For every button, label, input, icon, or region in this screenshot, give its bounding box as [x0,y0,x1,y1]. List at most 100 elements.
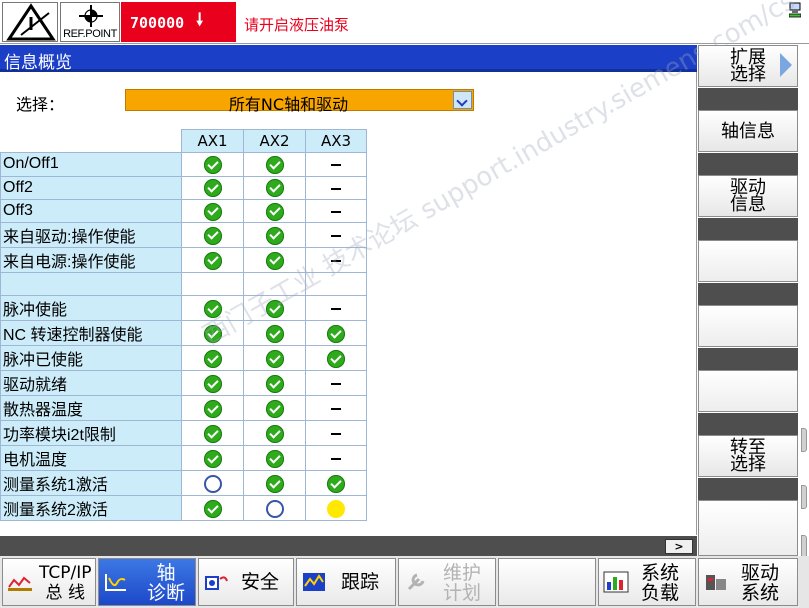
status-cell [181,345,244,372]
alarm-number-box[interactable]: 700000 🠗 [121,2,236,42]
status-cell [305,395,367,422]
softkey-drive-system[interactable]: 驱动 系统 [698,558,798,606]
trace-icon [303,573,325,591]
system-load-icon [603,571,629,593]
green-check-icon [203,350,222,369]
softkey-empty-4[interactable] [698,240,798,282]
status-cell [305,222,367,249]
softkey-empty-8[interactable] [698,500,798,556]
alarm-number: 700000 [130,14,185,32]
softkey-label: 跟踪 [341,571,380,593]
arrow-down-icon: 🠗 [196,10,204,30]
chevron-down-icon[interactable] [453,91,472,109]
status-cell [181,395,244,422]
status-cell [181,495,244,522]
alarm-message: 请开启液压油泵 [244,16,350,34]
row-label: 脉冲已使能 [0,345,182,372]
table-row: 测量系统2激活 [0,495,367,522]
row-label: 驱动就绪 [0,370,182,397]
status-bar: REF.POINT 700000 🠗 请开启液压油泵 [0,0,809,44]
softkey-system-load[interactable]: 系统 负载 [598,558,696,606]
row-label: 脉冲使能 [0,295,182,322]
softkey-empty[interactable] [498,558,596,606]
row-label: 测量系统2激活 [0,495,182,522]
status-cell [181,445,244,472]
softkey-drive-info[interactable]: 驱动 信息 [698,175,798,217]
table-row: Off3 [0,198,367,224]
dash-icon [331,408,341,411]
softkey-tcpip-bus[interactable]: TCP/IP 总 线 [2,558,96,606]
status-cell [305,470,367,497]
refpoint-label: REF.POINT [63,28,117,40]
softkey-separator [698,413,798,435]
status-cell [181,370,244,397]
green-check-icon [265,226,284,245]
softkey-maintenance-plan[interactable]: 维护 计划 [398,558,496,606]
status-cell [305,175,367,200]
yellow-dot-icon [327,500,345,519]
softkey-empty-6[interactable] [698,370,798,412]
status-cell [181,152,244,177]
softkey-axis-info[interactable]: 轴信息 [698,110,798,152]
status-cell [181,470,244,497]
table-row: 来自电源:操作使能 [0,247,367,274]
green-check-icon [203,179,222,198]
status-cell [243,295,306,322]
green-check-icon [203,156,222,175]
softkey-label: 系统 负载 [641,562,680,604]
dash-icon [331,235,341,238]
green-check-icon [203,450,222,469]
softkey-separator [698,88,798,110]
softkey-axis-diagnosis[interactable]: 轴诊断 [98,558,196,606]
axis-selection-dropdown[interactable]: 所有NC轴和驱动 [125,89,474,114]
dash-icon [331,308,341,311]
softkey-extended-selection[interactable]: 扩展 选择 [698,45,798,87]
table-corner [0,128,182,154]
dash-icon [331,187,341,190]
table-row: 测量系统1激活 [0,470,367,497]
status-cell [243,495,306,522]
network-icon [789,2,801,18]
status-cell [181,175,244,200]
status-cell [243,272,306,297]
softkey-trace[interactable]: 跟踪 [296,558,396,606]
status-cell [243,198,306,224]
dash-icon [331,383,341,386]
table-row [0,272,367,297]
softkey-label: 维护 计划 [443,562,482,604]
row-label [0,272,182,297]
row-label: 来自驱动:操作使能 [0,222,182,249]
softkey-empty-5[interactable] [698,305,798,347]
softkey-label: 轴诊断 [147,562,186,604]
softkey-label: 转至 选择 [730,437,766,475]
row-label: 电机温度 [0,445,182,472]
table-row: 脉冲已使能 [0,345,367,372]
status-cell [305,247,367,274]
horizontal-scrollbar[interactable]: > [0,536,697,556]
edge-tab [801,485,807,509]
empty-ring-icon [265,500,284,519]
softkey-goto-selection[interactable]: 转至 选择 [698,435,798,477]
row-label: Off3 [0,198,182,224]
green-check-icon [265,300,284,319]
status-cell [181,320,244,347]
green-check-icon [203,400,222,419]
vertical-softkey-bar: 扩展 选择 轴信息 驱动 信息 转至 选择 [698,45,809,559]
screen-title-bar: 信息概览 [0,45,697,73]
table-row: Off2 [0,175,367,200]
row-label: 功率模块i2t限制 [0,420,182,447]
status-cell [181,272,244,297]
softkey-separator [698,218,798,240]
row-label: NC 转速控制器使能 [0,320,182,347]
alarm-warning-icon[interactable] [2,2,58,42]
row-label: Off2 [0,175,182,200]
softkey-separator [698,153,798,175]
status-cell [305,295,367,322]
softkey-safety[interactable]: 安全 [198,558,294,606]
bus-icon [8,576,32,591]
scroll-right-button[interactable]: > [665,539,693,554]
table-row: 散热器温度 [0,395,367,422]
softkey-separator [698,348,798,370]
status-cell [243,370,306,397]
status-cell [305,345,367,372]
